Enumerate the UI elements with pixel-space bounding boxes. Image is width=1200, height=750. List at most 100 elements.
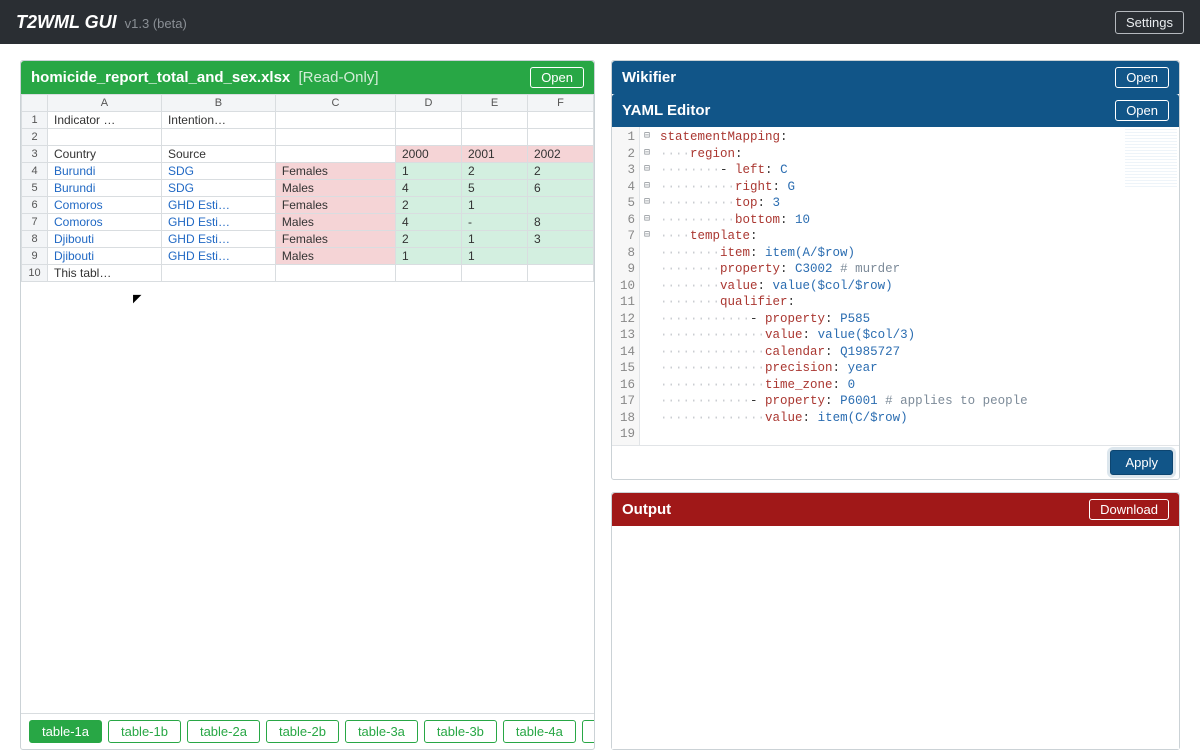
row-number[interactable]: 4 <box>22 163 48 180</box>
code-line[interactable]: ····template: <box>660 228 1028 245</box>
code-line[interactable]: ··············time_zone: 0 <box>660 377 1028 394</box>
cell[interactable]: 1 <box>396 163 462 180</box>
column-header[interactable]: D <box>396 95 462 112</box>
sheet-tab[interactable]: table-2b <box>266 720 339 743</box>
cell[interactable]: Males <box>275 214 395 231</box>
cell[interactable]: Burundi <box>48 180 162 197</box>
cell[interactable]: GHD Esti… <box>161 231 275 248</box>
column-header[interactable]: E <box>462 95 528 112</box>
fold-toggle[interactable]: ⊟ <box>640 146 654 163</box>
sheet-tab[interactable]: table-4 <box>582 720 594 743</box>
cell[interactable] <box>462 129 528 146</box>
cell[interactable]: 1 <box>462 248 528 265</box>
code-line[interactable]: ··············calendar: Q1985727 <box>660 344 1028 361</box>
row-number[interactable]: 10 <box>22 265 48 282</box>
cell[interactable]: 2002 <box>528 146 594 163</box>
code-line[interactable]: ········qualifier: <box>660 294 1028 311</box>
code-line[interactable]: ··········right: G <box>660 179 1028 196</box>
fold-toggle[interactable]: ⊟ <box>640 228 654 245</box>
row-number[interactable]: 5 <box>22 180 48 197</box>
cell[interactable]: 2 <box>396 197 462 214</box>
cell[interactable] <box>528 129 594 146</box>
cell[interactable]: Djibouti <box>48 248 162 265</box>
cell[interactable]: Country <box>48 146 162 163</box>
cell[interactable]: 2 <box>528 163 594 180</box>
cell[interactable] <box>528 248 594 265</box>
cell[interactable]: GHD Esti… <box>161 214 275 231</box>
column-header[interactable]: F <box>528 95 594 112</box>
cell[interactable]: GHD Esti… <box>161 197 275 214</box>
cell[interactable] <box>48 129 162 146</box>
fold-toggle[interactable]: ⊟ <box>640 179 654 196</box>
cell[interactable] <box>396 129 462 146</box>
cell[interactable]: Females <box>275 197 395 214</box>
code-line[interactable]: ············- property: P585 <box>660 311 1028 328</box>
cell[interactable] <box>161 265 275 282</box>
code-line[interactable]: statementMapping: <box>660 129 1028 146</box>
row-number[interactable]: 8 <box>22 231 48 248</box>
cell[interactable]: Djibouti <box>48 231 162 248</box>
code-line[interactable]: ··········top: 3 <box>660 195 1028 212</box>
cell[interactable]: 5 <box>462 180 528 197</box>
sheet-tab[interactable]: table-3b <box>424 720 497 743</box>
code-line[interactable]: ········item: item(A/$row) <box>660 245 1028 262</box>
fold-toggle[interactable]: ⊟ <box>640 212 654 229</box>
cell[interactable] <box>275 146 395 163</box>
cell[interactable]: Males <box>275 248 395 265</box>
cell[interactable] <box>396 265 462 282</box>
cell[interactable]: 4 <box>396 214 462 231</box>
cell[interactable] <box>462 265 528 282</box>
sheet-tab[interactable]: table-3a <box>345 720 418 743</box>
code-line[interactable]: ··············value: value($col/3) <box>660 327 1028 344</box>
fold-toggle[interactable]: ⊟ <box>640 162 654 179</box>
sheet-tab[interactable]: table-4a <box>503 720 576 743</box>
row-number[interactable]: 3 <box>22 146 48 163</box>
column-header[interactable]: B <box>161 95 275 112</box>
row-number[interactable]: 7 <box>22 214 48 231</box>
cell[interactable] <box>462 112 528 129</box>
cell[interactable] <box>528 112 594 129</box>
yaml-open-button[interactable]: Open <box>1115 100 1169 121</box>
cell[interactable]: SDG <box>161 163 275 180</box>
cell[interactable]: Indicator … <box>48 112 162 129</box>
sheet-tab[interactable]: table-1a <box>29 720 102 743</box>
spreadsheet-grid[interactable]: ABCDEF 1Indicator …Intention…23CountrySo… <box>21 94 594 282</box>
download-button[interactable]: Download <box>1089 499 1169 520</box>
code-line[interactable]: ········property: C3002 # murder <box>660 261 1028 278</box>
cell[interactable] <box>528 197 594 214</box>
cell[interactable]: GHD Esti… <box>161 248 275 265</box>
cell[interactable]: 2000 <box>396 146 462 163</box>
row-number[interactable]: 6 <box>22 197 48 214</box>
column-header[interactable]: A <box>48 95 162 112</box>
sheet-tab[interactable]: table-1b <box>108 720 181 743</box>
cell[interactable]: 1 <box>462 231 528 248</box>
code-line[interactable]: ············- property: P6001 # applies … <box>660 393 1028 410</box>
column-header[interactable]: C <box>275 95 395 112</box>
code-line[interactable]: ··········bottom: 10 <box>660 212 1028 229</box>
cell[interactable]: Males <box>275 180 395 197</box>
cell[interactable] <box>528 265 594 282</box>
cell[interactable]: SDG <box>161 180 275 197</box>
sheet-tab[interactable]: table-2a <box>187 720 260 743</box>
wikifier-open-button[interactable]: Open <box>1115 67 1169 88</box>
code-line[interactable]: ········- left: C <box>660 162 1028 179</box>
cell[interactable]: 4 <box>396 180 462 197</box>
row-number[interactable]: 1 <box>22 112 48 129</box>
spreadsheet-open-button[interactable]: Open <box>530 67 584 88</box>
cell[interactable]: - <box>462 214 528 231</box>
fold-toggle[interactable]: ⊟ <box>640 129 654 146</box>
cell[interactable]: 2 <box>396 231 462 248</box>
cell[interactable] <box>396 112 462 129</box>
cell[interactable] <box>275 129 395 146</box>
row-number[interactable]: 9 <box>22 248 48 265</box>
cell[interactable]: Source <box>161 146 275 163</box>
apply-button[interactable]: Apply <box>1110 450 1173 475</box>
cell[interactable]: Comoros <box>48 214 162 231</box>
cell[interactable] <box>275 265 395 282</box>
row-number[interactable]: 2 <box>22 129 48 146</box>
cell[interactable]: Females <box>275 163 395 180</box>
cell[interactable]: 8 <box>528 214 594 231</box>
cell[interactable] <box>161 129 275 146</box>
cell[interactable]: Burundi <box>48 163 162 180</box>
cell[interactable]: 2 <box>462 163 528 180</box>
